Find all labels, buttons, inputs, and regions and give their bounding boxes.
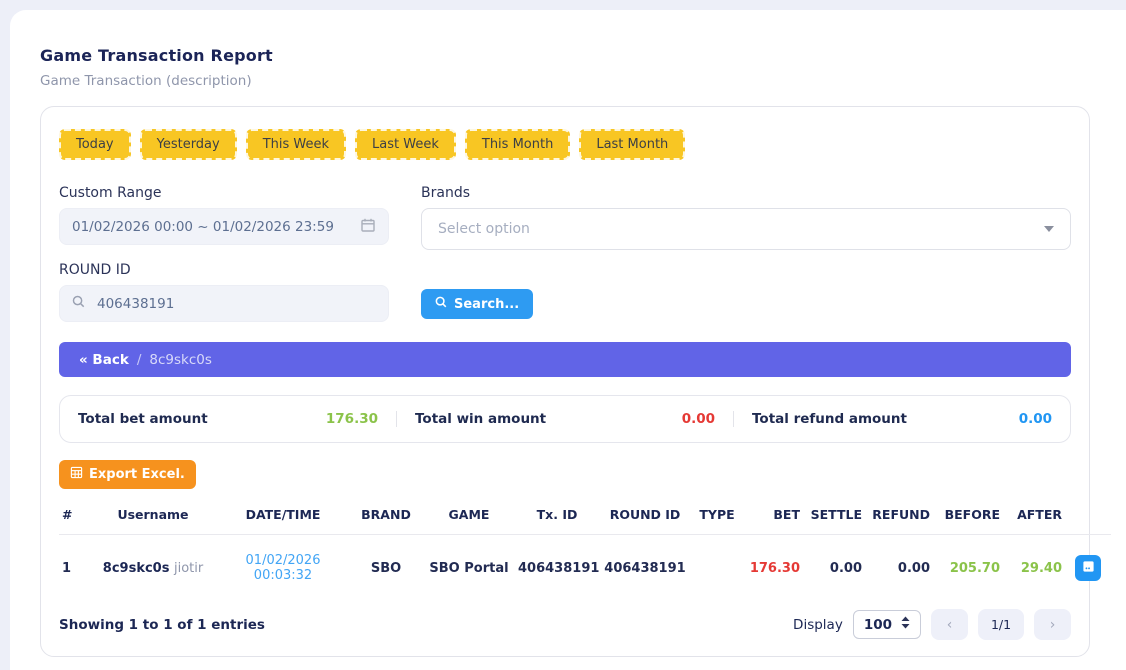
page-size-value: 100 [864,617,892,633]
col-settle: SETTLE [803,497,865,535]
totals-summary: Total bet amount 176.30 Total win amount… [59,395,1071,443]
col-username: Username [89,497,217,535]
total-refund-label: Total refund amount [752,411,907,427]
filter-this-month-button[interactable]: This Month [465,129,570,160]
col-brand: BRAND [349,497,423,535]
col-index: # [59,497,89,535]
showing-entries-text: Showing 1 to 1 of 1 entries [59,617,265,633]
breadcrumb-current: 8c9skc0s [149,352,212,368]
page-card: Game Transaction Report Game Transaction… [10,10,1126,670]
export-excel-button[interactable]: Export Excel. [59,460,196,489]
col-bet: BET [743,497,803,535]
cell-datetime: 01/02/2026 00:03:32 [217,535,349,606]
filter-last-week-button[interactable]: Last Week [355,129,456,160]
filter-last-month-button[interactable]: Last Month [579,129,685,160]
cell-brand: SBO [349,535,423,606]
total-refund-value: 0.00 [1019,411,1052,427]
search-icon [435,296,447,312]
calendar-icon[interactable] [360,217,376,237]
cell-actions [1065,535,1111,606]
col-refund: REFUND [865,497,933,535]
cell-settle: 0.00 [803,535,865,606]
cell-type [691,535,743,606]
filter-yesterday-button[interactable]: Yesterday [140,129,237,160]
total-bet-value: 176.30 [326,411,378,427]
filter-form: Custom Range 01/02/2026 00:00 ~ 01/02/20… [59,185,1071,322]
back-button[interactable]: « Back [79,352,129,368]
brands-select[interactable]: Select option [421,208,1071,250]
col-before: BEFORE [933,497,1003,535]
round-id-value: 406438191 [97,296,174,312]
cell-round-id: 406438191 [599,535,691,606]
total-refund-segment: Total refund amount 0.00 [733,411,1070,427]
col-actions [1065,497,1111,535]
cell-before: 205.70 [933,535,1003,606]
transactions-table: # Username DATE/TIME BRAND GAME Tx. ID R… [59,497,1111,605]
spinner-icon [901,616,910,633]
total-bet-segment: Total bet amount 176.30 [60,411,396,427]
col-tx-id: Tx. ID [515,497,599,535]
row-detail-button[interactable] [1075,555,1101,581]
report-panel: Today Yesterday This Week Last Week This… [40,106,1090,657]
display-label: Display [793,617,843,633]
custom-range-label: Custom Range [59,185,389,201]
round-id-label: ROUND ID [59,262,389,278]
total-win-value: 0.00 [682,411,715,427]
back-breadcrumb-bar[interactable]: « Back / 8c9skc0s [59,342,1071,377]
total-bet-label: Total bet amount [78,411,208,427]
total-win-label: Total win amount [415,411,546,427]
cell-tx-id: 406438191 [515,535,599,606]
col-game: GAME [423,497,515,535]
breadcrumb-separator: / [137,352,142,368]
search-button[interactable]: Search... [421,289,533,319]
prev-page-button[interactable]: ‹ [931,609,968,640]
quick-filter-group: Today Yesterday This Week Last Week This… [59,129,1071,160]
page-subtitle: Game Transaction (description) [40,73,1090,89]
username-subvalue: jiotir [174,561,203,576]
table-header-row: # Username DATE/TIME BRAND GAME Tx. ID R… [59,497,1111,535]
table-footer: Showing 1 to 1 of 1 entries Display 100 … [59,609,1071,640]
excel-icon [70,466,83,483]
col-after: AFTER [1003,497,1065,535]
round-id-input[interactable]: 406438191 [59,285,389,322]
custom-range-value: 01/02/2026 00:00 ~ 01/02/2026 23:59 [72,219,334,235]
username-value: 8c9skc0s [103,561,170,576]
custom-range-input[interactable]: 01/02/2026 00:00 ~ 01/02/2026 23:59 [59,208,389,245]
page-indicator[interactable]: 1/1 [978,609,1024,640]
cell-game: SBO Portal [423,535,515,606]
export-excel-label: Export Excel. [89,467,185,482]
col-datetime: DATE/TIME [217,497,349,535]
table-row: 1 8c9skc0s jiotir 01/02/2026 00:03:32 SB… [59,535,1111,606]
detail-window-icon [1082,560,1095,576]
cell-username: 8c9skc0s jiotir [89,535,217,606]
chevron-down-icon [1044,226,1054,232]
cell-after: 29.40 [1003,535,1065,606]
col-type: TYPE [691,497,743,535]
total-win-segment: Total win amount 0.00 [396,411,733,427]
brands-placeholder: Select option [438,221,530,237]
search-button-label: Search... [454,297,519,312]
page-title: Game Transaction Report [40,46,1090,65]
page-size-select[interactable]: 100 [853,610,921,639]
brands-label: Brands [421,185,1071,201]
filter-this-week-button[interactable]: This Week [246,129,346,160]
next-page-button[interactable]: › [1034,609,1071,640]
cell-index: 1 [59,535,89,606]
filter-today-button[interactable]: Today [59,129,131,160]
cell-refund: 0.00 [865,535,933,606]
col-round-id: ROUND ID [599,497,691,535]
search-icon [72,295,85,312]
cell-bet: 176.30 [743,535,803,606]
